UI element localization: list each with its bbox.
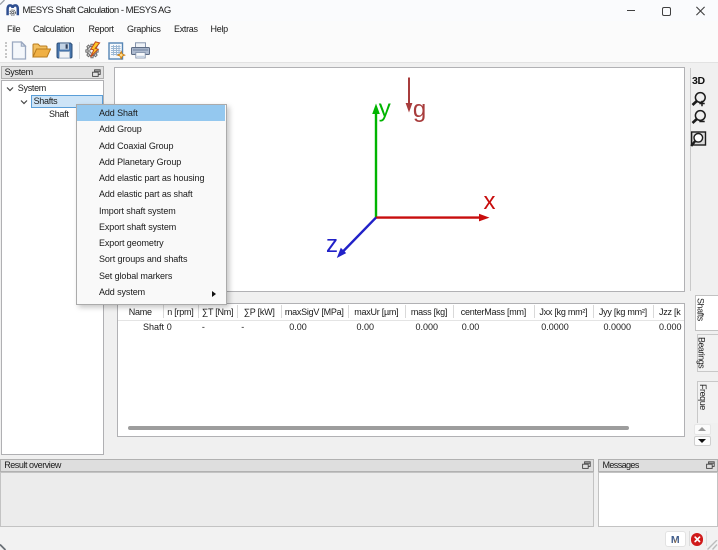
svg-text:x: x (484, 188, 496, 215)
svg-text:z: z (326, 231, 338, 258)
svg-text:g: g (413, 96, 426, 123)
svg-text:y: y (379, 96, 391, 123)
